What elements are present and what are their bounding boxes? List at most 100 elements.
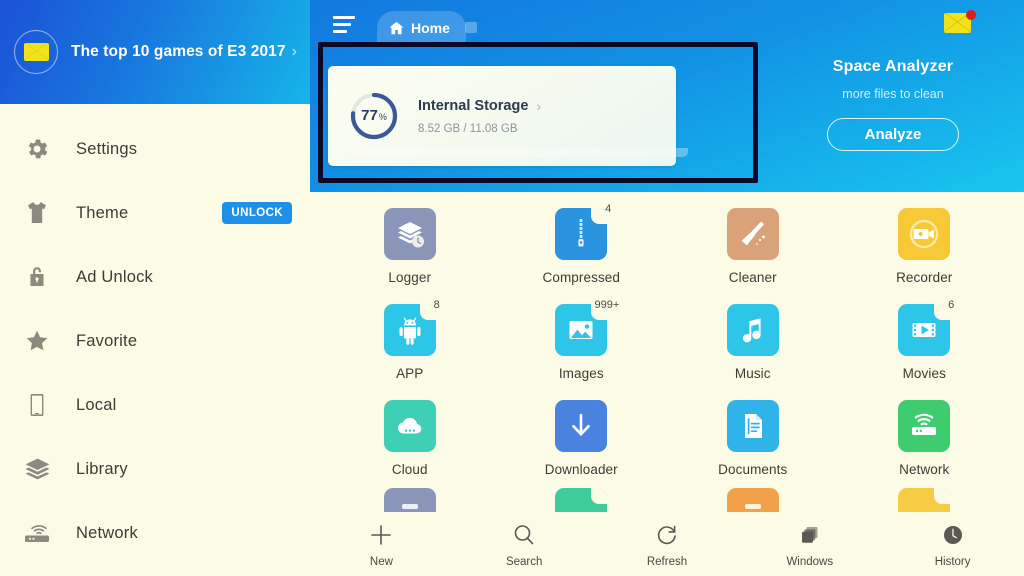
card-stack-peek [352, 148, 688, 157]
router-icon [898, 400, 951, 452]
toolbar-windows[interactable]: Windows [738, 521, 881, 568]
cloud-icon [383, 400, 436, 452]
storage-progress-ring: 77% [348, 90, 400, 142]
broom-icon [726, 208, 779, 260]
sidebar-menu: Settings Theme UNLOCK Ad Unlock Favorite… [0, 104, 310, 565]
app-tile-label: Images [558, 366, 604, 381]
tab-secondary[interactable] [465, 22, 477, 33]
sidebar-item-theme[interactable]: Theme UNLOCK [0, 181, 310, 245]
analyze-button[interactable]: Analyze [827, 118, 959, 151]
star-icon [22, 326, 52, 356]
app-tile-label: Network [899, 462, 950, 477]
internal-storage-card[interactable]: 77% Internal Storage › 8.52 GB / 11.08 G… [328, 66, 688, 166]
sidebar-item-label: Local [76, 395, 117, 414]
toolbar-label: Search [505, 555, 543, 568]
sidebar-item-ad-unlock[interactable]: Ad Unlock [0, 245, 310, 309]
hamburger-icon[interactable] [333, 16, 355, 33]
storage-title-row: Internal Storage › [418, 98, 541, 114]
badge-notch [934, 488, 951, 504]
app-tile-images[interactable]: 999+ Images [496, 298, 668, 394]
header: Home 77% Internal Storage › 8.52 GB / 11… [310, 0, 1024, 192]
film-play-icon: 6 [898, 300, 954, 356]
app-tile-recorder[interactable]: Recorder [839, 202, 1011, 298]
toolbar-search[interactable]: Search [453, 521, 596, 568]
app-tile-logger[interactable]: Logger [324, 202, 496, 298]
app-screen: The top 10 games of E3 2017 › Settings T… [0, 0, 1024, 576]
document-icon [726, 400, 779, 452]
toolbar-new[interactable]: New [310, 521, 453, 568]
bottom-toolbar: New Search Refresh Windows History [310, 512, 1024, 576]
space-analyzer-panel: Space Analyzer more files to clean Analy… [790, 58, 996, 151]
percent-symbol: % [378, 112, 387, 122]
sidebar-item-label: Theme [76, 203, 129, 222]
sidebar-item-label: Settings [76, 139, 138, 158]
app-tile-label: Movies [902, 366, 946, 381]
app-tile-documents[interactable]: Documents [667, 394, 839, 490]
app-tile-music[interactable]: Music [667, 298, 839, 394]
app-tile-label: Compressed [542, 270, 621, 285]
app-tile-network[interactable]: Network [839, 394, 1011, 490]
chevron-right-icon: › [291, 43, 297, 60]
app-tile-cleaner[interactable]: Cleaner [667, 202, 839, 298]
app-badge-count: 8 [433, 299, 440, 311]
search-icon [511, 521, 537, 549]
toolbar-label: New [369, 555, 393, 568]
sidebar-item-label: Ad Unlock [76, 267, 154, 286]
tab-home-label: Home [411, 19, 450, 36]
lock-open-icon [22, 262, 52, 292]
toolbar-refresh[interactable]: Refresh [596, 521, 739, 568]
download-icon [555, 400, 608, 452]
android-icon: 8 [383, 300, 440, 356]
sidebar-item-local[interactable]: Local [0, 373, 310, 437]
sidebar-promo-banner[interactable]: The top 10 games of E3 2017 › [0, 0, 310, 104]
storage-percent: 77% [348, 90, 400, 142]
toolbar-label: Refresh [646, 555, 688, 568]
sidebar-item-label: Library [76, 459, 128, 478]
app-badge-count: 6 [948, 299, 955, 311]
app-tile-app[interactable]: 8 APP [324, 298, 496, 394]
layers-clock-icon [383, 208, 436, 260]
app-badge-count: 999+ [594, 299, 620, 311]
sidebar: The top 10 games of E3 2017 › Settings T… [0, 0, 310, 576]
sidebar-item-library[interactable]: Library [0, 437, 310, 501]
app-tile-cloud[interactable]: Cloud [324, 394, 496, 490]
layers-icon [22, 454, 52, 484]
top-bar: Home [310, 0, 1024, 56]
toolbar-history[interactable]: History [881, 521, 1024, 568]
app-tile-label: Recorder [896, 270, 953, 285]
app-tile-label: Documents [718, 462, 788, 477]
app-tile-label: Logger [388, 270, 432, 285]
sidebar-item-network[interactable]: Network [0, 501, 310, 565]
app-grid: Logger 4 Compressed Cleaner Recorder 8 APP 999+… [310, 192, 1024, 490]
app-badge-count: 4 [605, 203, 612, 215]
storage-text-block: Internal Storage › 8.52 GB / 11.08 GB [418, 98, 541, 135]
sidebar-banner-text: The top 10 games of E3 2017 [71, 43, 286, 60]
theme-unlock-badge[interactable]: UNLOCK [222, 202, 292, 224]
sidebar-item-settings[interactable]: Settings [0, 117, 310, 181]
camcorder-icon [898, 208, 951, 260]
app-tile-downloader[interactable]: Downloader [496, 394, 668, 490]
icon-glyph-peek [401, 504, 418, 509]
home-icon [389, 21, 404, 35]
music-note-icon [726, 304, 779, 356]
app-tile-label: Music [734, 366, 771, 381]
toolbar-label: Windows [786, 555, 834, 568]
mail-button[interactable] [944, 10, 976, 37]
app-tile-compressed[interactable]: 4 Compressed [496, 202, 668, 298]
space-analyzer-subtitle: more files to clean [842, 87, 944, 101]
refresh-icon [654, 521, 680, 549]
app-tile-movies[interactable]: 6 Movies [839, 298, 1011, 394]
toolbar-label: History [934, 555, 971, 568]
phone-icon [22, 390, 52, 420]
space-analyzer-title: Space Analyzer [832, 58, 954, 75]
tab-home[interactable]: Home [377, 11, 466, 44]
router-icon [22, 518, 52, 548]
envelope-icon [14, 30, 58, 74]
app-tile-label: Cloud [391, 462, 428, 477]
picture-icon: 999+ [555, 300, 619, 356]
app-tile-label: APP [396, 366, 424, 381]
gear-icon [22, 134, 52, 164]
chevron-right-icon: › [536, 97, 542, 114]
sidebar-item-favorite[interactable]: Favorite [0, 309, 310, 373]
clock-icon [940, 521, 966, 549]
